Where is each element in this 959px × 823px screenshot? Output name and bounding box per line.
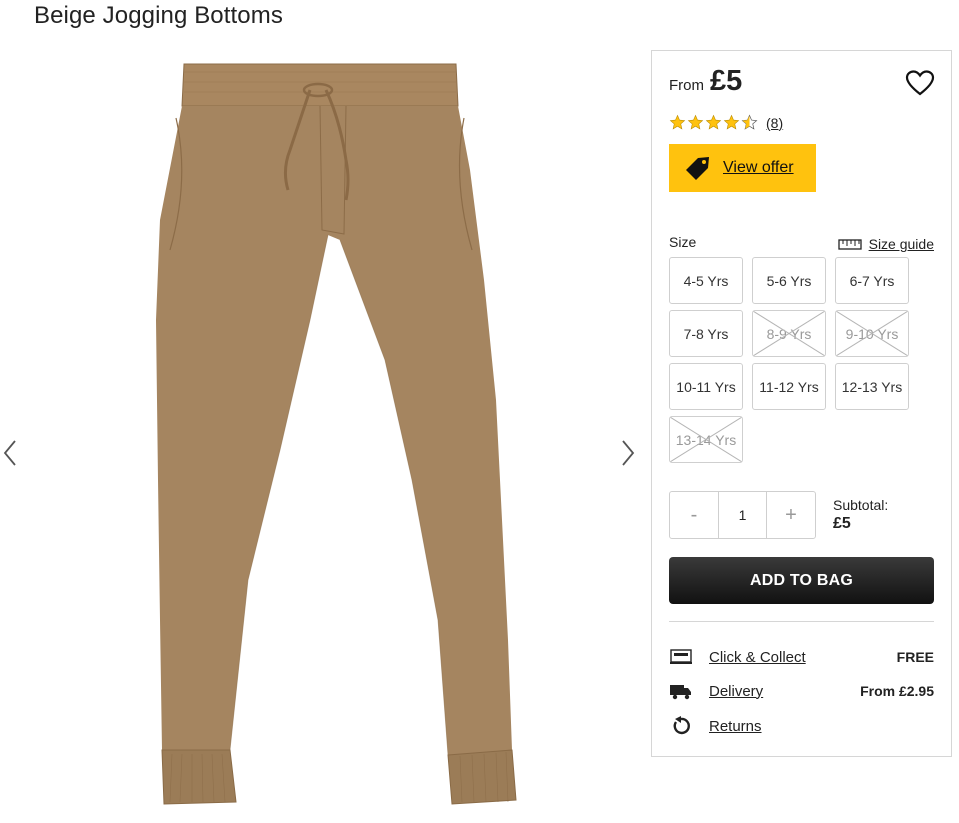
price-amount: £5 xyxy=(710,65,743,97)
size-label: Size xyxy=(669,234,697,250)
price-tag-icon xyxy=(686,157,709,180)
subtotal: Subtotal: £5 xyxy=(833,497,888,533)
quantity-increment-button[interactable]: + xyxy=(767,492,815,538)
size-option-label: 9-10 Yrs xyxy=(845,325,899,342)
subtotal-label: Subtotal: xyxy=(833,497,889,513)
chevron-right-icon xyxy=(622,440,635,466)
size-option-label: 12-13 Yrs xyxy=(841,378,903,395)
star-icon xyxy=(669,114,686,130)
size-option[interactable]: 6-7 Yrs xyxy=(835,257,909,304)
size-option[interactable]: 8-9 Yrs xyxy=(752,310,826,357)
size-option[interactable]: 4-5 Yrs xyxy=(669,257,743,304)
gallery-next-button[interactable] xyxy=(620,438,636,468)
price: From £5 xyxy=(669,65,742,98)
size-option-label: 5-6 Yrs xyxy=(766,272,812,289)
size-guide-label: Size guide xyxy=(868,236,934,252)
add-to-bag-button[interactable]: ADD TO BAG xyxy=(669,557,934,604)
subtotal-value: £5 xyxy=(833,515,851,532)
quantity-value[interactable]: 1 xyxy=(718,492,767,538)
size-option[interactable]: 13-14 Yrs xyxy=(669,416,743,463)
size-option[interactable]: 5-6 Yrs xyxy=(752,257,826,304)
returns-icon xyxy=(673,716,690,735)
click-collect-row: Click & Collect FREE xyxy=(669,645,934,669)
view-offer-label: View offer xyxy=(723,159,794,176)
returns-row: Returns xyxy=(669,714,934,738)
rating: (8) xyxy=(669,114,783,131)
product-gallery xyxy=(0,40,640,823)
size-option-label: 4-5 Yrs xyxy=(683,272,729,289)
size-option-label: 6-7 Yrs xyxy=(849,272,895,289)
delivery-value: From £2.95 xyxy=(860,683,934,699)
price-from-label: From xyxy=(669,77,704,94)
delivery-row: Delivery From £2.95 xyxy=(669,679,934,703)
divider xyxy=(669,621,934,622)
click-collect-value: FREE xyxy=(896,649,934,665)
delivery-truck-icon xyxy=(670,685,691,700)
view-offer-button[interactable]: View offer xyxy=(669,144,816,192)
product-title: Beige Jogging Bottoms xyxy=(34,2,283,29)
chevron-left-icon xyxy=(3,440,16,466)
size-option-label: 7-8 Yrs xyxy=(683,325,729,342)
size-guide-link[interactable]: Size guide xyxy=(837,236,934,252)
size-option[interactable]: 10-11 Yrs xyxy=(669,363,743,410)
size-option[interactable]: 11-12 Yrs xyxy=(752,363,826,410)
heart-icon xyxy=(905,70,935,96)
purchase-panel: From £5 (8) View offer Size Size guide 4… xyxy=(651,50,952,757)
size-option[interactable]: 12-13 Yrs xyxy=(835,363,909,410)
ruler-icon xyxy=(837,239,862,250)
returns-link[interactable]: Returns xyxy=(709,718,762,735)
size-option-label: 11-12 Yrs xyxy=(759,378,819,395)
star-icon xyxy=(705,114,722,130)
quantity-stepper: - 1 + xyxy=(669,491,816,539)
review-count-link[interactable]: (8) xyxy=(766,115,783,131)
gallery-prev-button[interactable] xyxy=(2,438,18,468)
size-option-label: 13-14 Yrs xyxy=(675,431,737,448)
size-options: 4-5 Yrs 5-6 Yrs 6-7 Yrs 7-8 Yrs 8-9 Yrs 9-10 … xyxy=(669,257,919,463)
star-icon xyxy=(687,114,704,130)
size-option[interactable]: 7-8 Yrs xyxy=(669,310,743,357)
click-and-collect-icon xyxy=(670,649,692,664)
delivery-link[interactable]: Delivery xyxy=(709,683,763,700)
click-collect-link[interactable]: Click & Collect xyxy=(709,649,806,666)
size-option-label: 10-11 Yrs xyxy=(676,378,736,395)
wishlist-button[interactable] xyxy=(905,69,935,97)
star-icon xyxy=(723,114,740,130)
size-option[interactable]: 9-10 Yrs xyxy=(835,310,909,357)
size-option-label: 8-9 Yrs xyxy=(766,325,812,342)
quantity-decrement-button[interactable]: - xyxy=(670,492,718,538)
product-image xyxy=(156,63,517,805)
half-star-icon xyxy=(741,114,758,130)
